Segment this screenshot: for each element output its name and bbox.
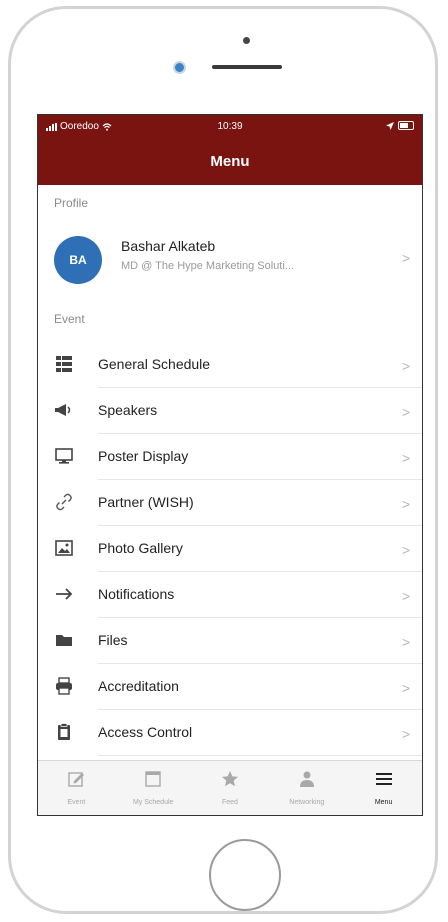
arrow-right-icon xyxy=(56,588,73,600)
tab-networking[interactable]: Networking xyxy=(268,761,345,815)
menu-item-accreditation[interactable]: Accreditation > xyxy=(38,664,422,710)
battery-icon xyxy=(398,121,414,130)
star-icon xyxy=(221,771,238,787)
tab-label: Menu xyxy=(374,799,393,806)
profile-row[interactable]: BA Bashar Alkateb MD @ The Hype Marketin… xyxy=(38,222,422,288)
avatar-initials: BA xyxy=(69,253,87,267)
menu-item-files[interactable]: Files > xyxy=(38,618,422,664)
app-header: Ooredoo 10:39 Menu xyxy=(38,115,422,185)
edit-icon xyxy=(68,772,85,787)
section-label-profile: Profile xyxy=(54,196,89,210)
clipboard-icon xyxy=(58,723,70,740)
app-screen: Ooredoo 10:39 Menu Profile BA Bashar Alk… xyxy=(37,114,423,816)
status-time: 10:39 xyxy=(217,121,243,132)
tab-feed[interactable]: Feed xyxy=(192,761,269,815)
tab-menu[interactable]: Menu xyxy=(345,761,422,815)
link-icon xyxy=(56,493,72,511)
grid-calendar-icon xyxy=(56,356,72,372)
chevron-right-icon: > xyxy=(401,250,410,266)
menu-item-label: Access Control xyxy=(98,724,193,740)
menu-item-access-control[interactable]: Access Control > xyxy=(38,710,422,756)
menu-item-label: Speakers xyxy=(98,402,158,418)
tab-label: My Schedule xyxy=(132,799,174,806)
chevron-right-icon: > xyxy=(401,588,410,604)
folder-icon xyxy=(56,635,72,646)
section-label-event: Event xyxy=(54,312,85,326)
profile-subtitle: MD @ The Hype Marketing Soluti... xyxy=(121,260,294,272)
menu-item-photo-gallery[interactable]: Photo Gallery > xyxy=(38,526,422,572)
menu-item-label: Poster Display xyxy=(98,448,189,464)
tab-label: Feed xyxy=(222,799,238,806)
chevron-right-icon: > xyxy=(401,404,410,420)
profile-name: Bashar Alkateb xyxy=(121,238,216,254)
calendar-icon xyxy=(145,771,161,787)
bottom-tab-bar: Event My Schedule Feed Networking Menu xyxy=(38,760,422,815)
location-arrow-icon xyxy=(386,121,394,130)
monitor-icon xyxy=(55,448,73,464)
tab-my-schedule[interactable]: My Schedule xyxy=(115,761,192,815)
megaphone-icon xyxy=(55,404,71,416)
tab-label: Networking xyxy=(289,799,325,806)
chevron-right-icon: > xyxy=(401,358,410,374)
camera-icon xyxy=(173,61,186,74)
menu-item-label: Files xyxy=(98,632,128,648)
chevron-right-icon: > xyxy=(401,496,410,512)
chevron-right-icon: > xyxy=(401,450,410,466)
earpiece-speaker xyxy=(212,65,282,69)
tab-label: Event xyxy=(67,799,86,806)
status-bar: Ooredoo 10:39 xyxy=(38,119,422,137)
printer-icon xyxy=(56,677,72,695)
page-title: Menu xyxy=(210,153,250,170)
home-button[interactable] xyxy=(209,839,281,911)
menu-item-general-schedule[interactable]: General Schedule > xyxy=(38,342,422,388)
chevron-right-icon: > xyxy=(401,680,410,696)
menu-item-label: Photo Gallery xyxy=(98,540,183,556)
tab-event[interactable]: Event xyxy=(38,761,115,815)
person-icon xyxy=(299,771,314,787)
status-right xyxy=(386,121,414,130)
chevron-right-icon: > xyxy=(401,542,410,558)
menu-item-speakers[interactable]: Speakers > xyxy=(38,388,422,434)
event-menu-list: General Schedule > Speakers > Poster Dis… xyxy=(38,342,422,756)
menu-item-label: General Schedule xyxy=(98,356,211,372)
menu-item-poster-display[interactable]: Poster Display > xyxy=(38,434,422,480)
menu-item-label: Partner (WISH) xyxy=(98,494,194,510)
menu-item-notifications[interactable]: Notifications > xyxy=(38,572,422,618)
menu-item-label: Notifications xyxy=(98,586,175,602)
hamburger-icon xyxy=(375,773,392,785)
front-sensor xyxy=(243,37,250,44)
image-icon xyxy=(55,540,73,556)
menu-item-label: Accreditation xyxy=(98,678,179,694)
chevron-right-icon: > xyxy=(401,634,410,650)
menu-item-partner-wish[interactable]: Partner (WISH) > xyxy=(38,480,422,526)
chevron-right-icon: > xyxy=(401,726,410,742)
avatar: BA xyxy=(54,236,102,284)
